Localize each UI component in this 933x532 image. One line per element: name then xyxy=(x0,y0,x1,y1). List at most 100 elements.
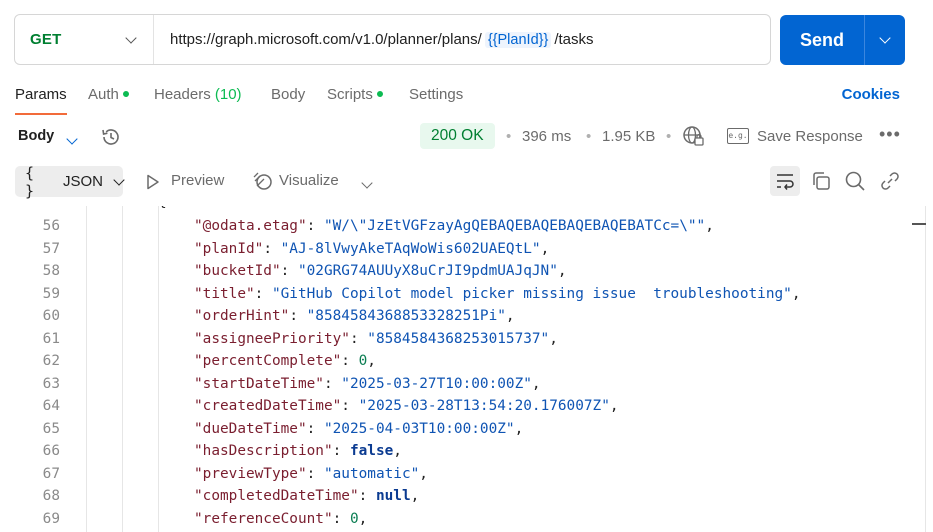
separator-dot: • xyxy=(586,128,592,145)
json-punctuation: , xyxy=(791,285,801,302)
viewer-toolbar: { } JSON Preview Visualize xyxy=(0,163,933,200)
json-value: "automatic" xyxy=(323,465,420,482)
json-key: "createdDateTime" xyxy=(194,398,342,414)
chevron-down-icon[interactable] xyxy=(361,174,373,192)
separator-dot: • xyxy=(506,128,512,145)
tab-scripts[interactable]: Scripts xyxy=(327,86,383,103)
chevron-down-icon xyxy=(125,31,137,44)
url-input[interactable]: https://graph.microsoft.com/v1.0/planner… xyxy=(154,31,770,48)
request-bar: GET https://graph.microsoft.com/v1.0/pla… xyxy=(14,14,771,65)
json-value: "8584584368853328251Pi" xyxy=(306,308,506,324)
json-punctuation: , xyxy=(514,420,524,437)
line-number: 68 xyxy=(42,488,60,504)
send-button[interactable]: Send xyxy=(780,15,905,65)
indent-guide xyxy=(86,206,87,532)
braces-icon: { } xyxy=(25,163,36,200)
json-punctuation: , xyxy=(367,353,376,369)
tab-params[interactable]: Params xyxy=(15,86,67,115)
json-value: "W/\"JzEtVGFzayAgQEBAQEBAQEBAQEBAQEBATCc… xyxy=(323,218,706,234)
cookies-link[interactable]: Cookies xyxy=(842,86,900,103)
json-value: "2025-03-28T13:54:20.176007Z" xyxy=(358,398,610,414)
status-dot-icon xyxy=(376,91,383,98)
url-variable[interactable]: {{PlanId}} xyxy=(484,31,552,48)
url-prefix: https://graph.microsoft.com/v1.0/planner… xyxy=(170,31,482,48)
visualize-button[interactable]: Visualize xyxy=(279,172,339,189)
request-tabs: Params Auth Headers (10) Body Scripts Se… xyxy=(0,80,933,115)
indent-guide xyxy=(122,206,123,532)
code-line: "orderHint": "8584584368853328251Pi", xyxy=(194,308,515,324)
code-line: "completedDateTime": null, xyxy=(194,488,419,504)
method-label: GET xyxy=(30,31,62,48)
status-dot-icon xyxy=(122,91,129,98)
json-key: "assigneePriority" xyxy=(194,330,350,347)
scrollbar-track[interactable] xyxy=(912,206,926,532)
line-number: 57 xyxy=(42,240,60,257)
json-punctuation: , xyxy=(531,375,541,392)
network-globe-icon[interactable] xyxy=(682,125,704,147)
tab-auth[interactable]: Auth xyxy=(88,86,129,103)
send-options-button[interactable] xyxy=(865,32,905,44)
json-key: "@odata.etag" xyxy=(194,218,307,234)
line-number: 58 xyxy=(42,263,60,279)
json-key: "hasDescription" xyxy=(194,443,333,459)
save-response-button[interactable]: Save Response xyxy=(757,128,863,145)
json-value: false xyxy=(349,443,394,459)
tab-headers[interactable]: Headers (10) xyxy=(154,86,242,103)
history-icon[interactable] xyxy=(100,126,122,148)
preview-button[interactable]: Preview xyxy=(171,172,224,189)
tab-headers-label: Headers xyxy=(154,86,211,103)
json-value: null xyxy=(375,488,411,504)
response-time[interactable]: 396 ms xyxy=(522,128,571,145)
json-punctuation: : xyxy=(263,240,281,257)
scrollbar-thumb[interactable] xyxy=(912,223,926,225)
code-line: "createdDateTime": "2025-03-28T13:54:20.… xyxy=(194,398,619,414)
line-number: 65 xyxy=(42,420,60,437)
response-size[interactable]: 1.95 KB xyxy=(602,128,655,145)
code-line: "title": "GitHub Copilot model picker mi… xyxy=(194,286,801,302)
json-punctuation: : xyxy=(306,465,324,482)
json-value: "2025-04-03T10:00:00Z" xyxy=(323,420,515,437)
response-body-viewer[interactable]: 55 56 57 58 59 60 61 62 63 64 65 66 67 68 69 { "@odat… xyxy=(0,206,933,532)
code-line: "referenceCount": 0, xyxy=(194,511,367,527)
link-icon[interactable] xyxy=(879,170,901,192)
json-punctuation: : xyxy=(349,330,368,347)
format-dropdown[interactable]: { } JSON xyxy=(15,163,125,200)
search-icon[interactable] xyxy=(844,170,866,192)
separator-dot: • xyxy=(666,128,672,145)
json-value: 0 xyxy=(349,510,359,527)
code-line: "startDateTime": "2025-03-27T10:00:00Z", xyxy=(194,376,541,392)
tab-scripts-label: Scripts xyxy=(327,86,373,103)
json-key: "percentComplete" xyxy=(194,353,342,369)
chevron-down-icon[interactable] xyxy=(66,130,78,148)
response-header: Body 200 OK • 396 ms • 1.95 KB • e.g. Sa… xyxy=(0,122,933,152)
response-body-tab[interactable]: Body xyxy=(18,128,54,144)
json-punctuation: : xyxy=(341,398,359,414)
code-line: "bucketId": "02GRG74AUUyX8uCrJI9pdmUAJqJ… xyxy=(194,263,567,279)
json-punctuation: , xyxy=(358,510,368,527)
line-number: 56 xyxy=(42,218,60,234)
method-dropdown[interactable]: GET xyxy=(15,15,154,64)
json-key: "completedDateTime" xyxy=(194,488,359,504)
json-value: "8584584368253015737" xyxy=(367,330,550,347)
json-punctuation: : xyxy=(306,420,324,437)
json-punctuation: , xyxy=(419,465,428,482)
line-number: 60 xyxy=(42,308,60,324)
line-number: 59 xyxy=(42,285,60,302)
tab-body[interactable]: Body xyxy=(271,86,305,103)
line-number: 62 xyxy=(42,353,60,369)
save-response-icon: e.g. xyxy=(727,128,749,144)
line-number: 55 xyxy=(43,206,60,210)
copy-icon[interactable] xyxy=(810,170,832,192)
code-line: "previewType": "automatic", xyxy=(194,466,428,482)
json-value: "AJ-8lVwyAkeTAqWoWis602UAEQtL" xyxy=(280,240,541,257)
json-key: "dueDateTime" xyxy=(194,420,307,437)
wrap-lines-button[interactable] xyxy=(770,166,800,196)
json-value: 0 xyxy=(358,353,368,369)
more-options-icon[interactable]: ••• xyxy=(879,124,901,145)
line-number: 66 xyxy=(42,443,60,459)
status-badge[interactable]: 200 OK xyxy=(420,123,495,149)
tab-settings[interactable]: Settings xyxy=(409,86,463,103)
json-punctuation: : xyxy=(289,308,307,324)
chevron-down-icon xyxy=(879,32,891,44)
json-punctuation: , xyxy=(540,240,550,257)
